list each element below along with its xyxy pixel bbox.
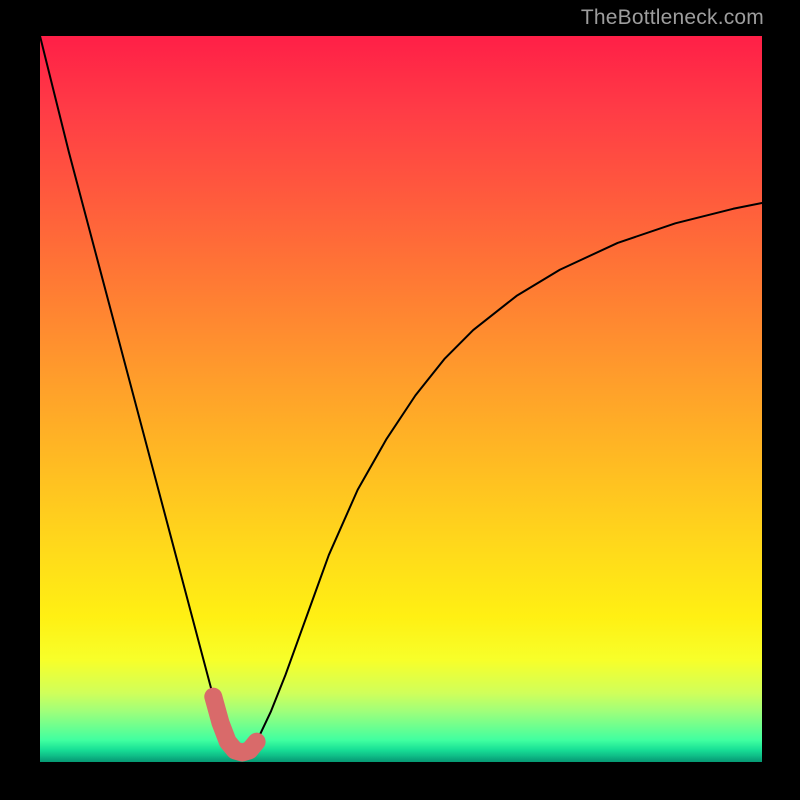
- watermark-text: TheBottleneck.com: [581, 6, 764, 30]
- chart-frame: TheBottleneck.com: [0, 0, 800, 800]
- curve-layer: [40, 36, 762, 762]
- plot-area: [40, 36, 762, 762]
- bottleneck-curve: [40, 36, 762, 753]
- highlight-segment: [213, 697, 256, 753]
